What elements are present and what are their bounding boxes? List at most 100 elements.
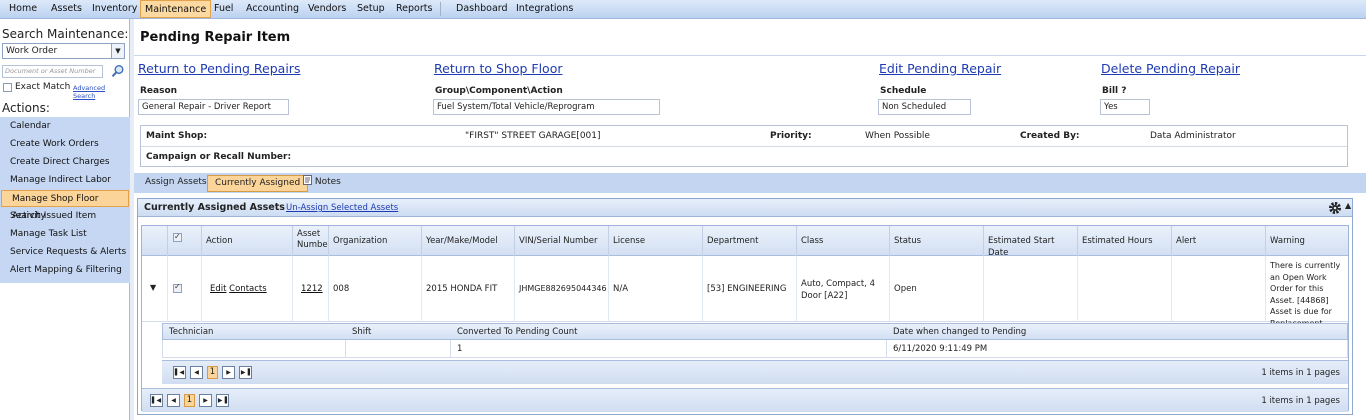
- col-asset-number[interactable]: Asset Number: [292, 226, 328, 256]
- col-department[interactable]: Department: [702, 226, 796, 256]
- contacts-link[interactable]: Contacts: [229, 284, 267, 294]
- prev-page-icon[interactable]: ◀: [167, 394, 180, 407]
- sub-col-shift[interactable]: Shift: [352, 327, 371, 337]
- tab-bar: Assign Assets Currently Assigned Notes: [134, 173, 1366, 193]
- last-page-icon[interactable]: ▶▐: [216, 394, 229, 407]
- status-value: Open: [894, 284, 917, 294]
- assets-grid: Action Asset Number Organization Year/Ma…: [141, 225, 1349, 412]
- last-page-icon[interactable]: ▶▐: [239, 366, 252, 379]
- first-page-icon[interactable]: ▌◀: [150, 394, 163, 407]
- advanced-search-link[interactable]: Advanced Search: [73, 84, 129, 100]
- select-all-checkbox[interactable]: [173, 231, 182, 243]
- menu-dashboard[interactable]: Dashboard: [456, 0, 508, 18]
- col-class[interactable]: Class: [796, 226, 889, 256]
- action-create-direct-charges[interactable]: Create Direct Charges: [0, 154, 130, 171]
- menu-assets[interactable]: Assets: [51, 0, 82, 18]
- col-year-make-model[interactable]: Year/Make/Model: [421, 226, 514, 256]
- col-action[interactable]: Action: [201, 226, 292, 256]
- group-component-action-label: Group\Component\Action: [435, 86, 563, 96]
- reason-field: General Repair - Driver Report: [138, 99, 289, 115]
- row-select-checkbox[interactable]: [173, 282, 182, 293]
- action-manage-task-list[interactable]: Manage Task List: [0, 226, 130, 243]
- col-estimated-hours[interactable]: Estimated Hours: [1077, 226, 1171, 256]
- next-page-icon[interactable]: ▶: [222, 366, 235, 379]
- tab-assign-assets[interactable]: Assign Assets: [138, 175, 214, 192]
- main-content: Pending Repair Item Return to Pending Re…: [134, 19, 1366, 420]
- panel-header: Currently Assigned Assets Un-Assign Sele…: [138, 199, 1352, 217]
- return-to-shop-floor-link[interactable]: Return to Shop Floor: [434, 61, 563, 76]
- class-cell: Auto, Compact, 4 Door [A22]: [796, 256, 889, 322]
- sub-divider: [450, 340, 451, 358]
- action-service-requests-alerts[interactable]: Service Requests & Alerts: [0, 244, 130, 261]
- exact-match-label: Exact Match: [15, 82, 71, 92]
- class-value: Auto, Compact, 4 Door [A22]: [801, 279, 875, 301]
- col-status[interactable]: Status: [889, 226, 983, 256]
- expand-row-icon[interactable]: ▼: [150, 283, 156, 292]
- unassign-selected-link[interactable]: Un-Assign Selected Assets: [286, 203, 398, 213]
- campaign-label: Campaign or Recall Number:: [146, 152, 292, 162]
- tab-currently-assigned[interactable]: Currently Assigned: [207, 175, 309, 192]
- actions-list: Calendar Create Work Orders Create Direc…: [0, 117, 130, 283]
- menu-vendors[interactable]: Vendors: [308, 0, 346, 18]
- subgrid-pager: ▌◀ ◀ 1 ▶ ▶▐ 1 items in 1 pages: [162, 360, 1348, 384]
- menu-separator: [440, 2, 441, 16]
- menu-inventory[interactable]: Inventory: [92, 0, 137, 18]
- search-icon[interactable]: [111, 64, 125, 78]
- search-input[interactable]: Document or Asset Number: [2, 65, 103, 78]
- current-page[interactable]: 1: [207, 366, 218, 379]
- organization-value: 008: [333, 284, 350, 294]
- col-alert[interactable]: Alert: [1171, 226, 1265, 256]
- est-hours-cell: [1077, 256, 1171, 322]
- col-license[interactable]: License: [608, 226, 702, 256]
- col-vin[interactable]: VIN/Serial Number: [514, 226, 608, 256]
- delete-pending-repair-link[interactable]: Delete Pending Repair: [1101, 61, 1240, 76]
- action-calendar[interactable]: Calendar: [0, 118, 130, 135]
- asset-number-link[interactable]: 1212: [301, 284, 323, 294]
- organization-cell: 008: [328, 256, 421, 322]
- col-warning[interactable]: Warning: [1265, 226, 1348, 256]
- first-page-icon[interactable]: ▌◀: [173, 366, 186, 379]
- search-type-select[interactable]: Work Order ▼: [2, 43, 125, 59]
- tab-notes[interactable]: Notes: [297, 175, 348, 192]
- menu-integrations[interactable]: Integrations: [516, 0, 573, 18]
- menu-fuel[interactable]: Fuel: [214, 0, 233, 18]
- grid-header: Action Asset Number Organization Year/Ma…: [142, 226, 1348, 258]
- exact-match-checkbox[interactable]: [3, 83, 12, 92]
- priority-value: When Possible: [865, 131, 930, 141]
- action-manage-shop-floor-activity[interactable]: Manage Shop Floor Activity: [1, 190, 129, 221]
- action-links: Edit Contacts: [210, 284, 267, 294]
- action-manage-indirect-labor[interactable]: Manage Indirect Labor: [0, 172, 130, 189]
- action-create-work-orders[interactable]: Create Work Orders: [0, 136, 130, 153]
- sub-converted-count-value: 1: [457, 344, 463, 354]
- sub-col-date-changed[interactable]: Date when changed to Pending: [893, 327, 1026, 337]
- return-to-pending-repairs-link[interactable]: Return to Pending Repairs: [138, 61, 300, 76]
- menu-reports[interactable]: Reports: [396, 0, 432, 18]
- col-estimated-start-date[interactable]: Estimated Start Date: [983, 226, 1077, 258]
- action-search-issued-item[interactable]: Search Issued Item: [0, 208, 130, 225]
- menu-accounting[interactable]: Accounting: [246, 0, 299, 18]
- select-cell: [167, 256, 201, 322]
- prev-page-icon[interactable]: ◀: [190, 366, 203, 379]
- col-organization[interactable]: Organization: [328, 226, 421, 256]
- chevron-down-icon[interactable]: ▼: [111, 44, 124, 58]
- collapse-icon[interactable]: ▲: [1345, 201, 1351, 210]
- sub-col-converted-count[interactable]: Converted To Pending Count: [457, 327, 578, 337]
- menu-maintenance[interactable]: Maintenance: [140, 0, 212, 18]
- edit-pending-repair-link[interactable]: Edit Pending Repair: [879, 61, 1001, 76]
- edit-link[interactable]: Edit: [210, 284, 226, 294]
- page-title: Pending Repair Item: [140, 30, 291, 45]
- sub-col-technician[interactable]: Technician: [169, 327, 213, 337]
- menu-home[interactable]: Home: [9, 0, 37, 18]
- vin-value: JHMGE882695044346: [519, 284, 607, 293]
- menu-setup[interactable]: Setup: [357, 0, 385, 18]
- current-page[interactable]: 1: [184, 394, 195, 407]
- sub-divider: [886, 340, 887, 358]
- assigned-assets-panel: Currently Assigned Assets Un-Assign Sele…: [137, 198, 1353, 415]
- created-by-label: Created By:: [1020, 131, 1080, 141]
- grid-pager-info: 1 items in 1 pages: [1261, 396, 1340, 406]
- search-title: Search Maintenance:: [2, 27, 129, 41]
- gear-icon[interactable]: [1328, 201, 1342, 215]
- next-page-icon[interactable]: ▶: [199, 394, 212, 407]
- action-alert-mapping-filtering[interactable]: Alert Mapping & Filtering: [0, 262, 130, 279]
- license-cell: N/A: [608, 256, 702, 322]
